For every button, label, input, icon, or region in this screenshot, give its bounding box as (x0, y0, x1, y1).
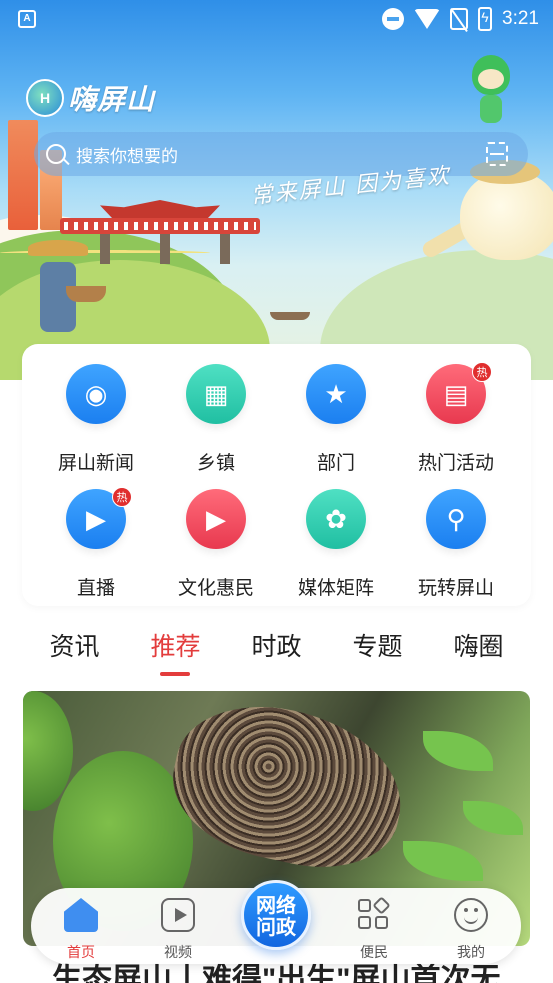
grid-item-culture[interactable]: ▶ 文化惠民 (156, 489, 276, 600)
video-icon (161, 898, 195, 932)
grid-item-hot-events[interactable]: ▤ 热 热门活动 (396, 362, 516, 475)
scan-icon[interactable] (486, 142, 508, 166)
grid-item-label: 媒体矩阵 (297, 578, 374, 599)
grid-item-label: 直播 (76, 578, 115, 599)
online-inquiry-button[interactable]: 网络 问政 (241, 880, 311, 950)
active-tab-indicator (160, 672, 191, 676)
grid-item-label: 热门活动 (417, 453, 494, 474)
search-icon (46, 144, 66, 164)
building-icon: ▦ (186, 364, 246, 424)
camera-icon: ◉ (66, 364, 126, 424)
grid-item-label: 玩转屏山 (417, 578, 494, 599)
tab-label: 推荐 (150, 633, 201, 661)
boat-illustration (270, 312, 310, 320)
grid-item-live[interactable]: ▶ 热 直播 (36, 487, 156, 600)
tab-topics[interactable]: 专题 (352, 626, 402, 676)
government-icon: ★ (306, 364, 366, 424)
status-bar: A 3:21 (0, 0, 553, 38)
leaf-decoration (403, 841, 483, 881)
app-notification-icon: A (18, 10, 36, 28)
logo-mark-icon: H (26, 79, 64, 117)
bridge-illustration (60, 200, 260, 264)
film-icon: ▶ (186, 489, 246, 549)
home-icon (64, 898, 98, 932)
leaf-decoration (423, 731, 493, 771)
grid-item-news[interactable]: ◉ 屏山新闻 (36, 364, 156, 475)
wifi-icon (414, 9, 441, 29)
app-logo: H 嗨屏山 (26, 78, 155, 118)
hot-badge: 热 (112, 487, 132, 507)
nav-label: 便民 (360, 944, 388, 960)
hot-badge: 热 (472, 362, 492, 382)
nav-convenience[interactable]: 便民 (334, 896, 414, 962)
tower-decoration (8, 120, 38, 230)
mascot-icon[interactable] (466, 55, 516, 127)
no-sim-icon (450, 8, 469, 30)
search-bar[interactable]: 搜索你想要的 (34, 132, 528, 176)
nav-label: 视频 (164, 944, 192, 960)
grid-item-towns[interactable]: ▦ 乡镇 (156, 364, 276, 475)
clover-icon: ✿ (306, 489, 366, 549)
grid-item-media-matrix[interactable]: ✿ 媒体矩阵 (276, 489, 396, 600)
nav-label: 首页 (67, 944, 95, 960)
center-label-line2: 问政 (256, 917, 296, 939)
leaf-decoration (463, 801, 523, 835)
map-pin-icon: ⚲ (426, 489, 486, 549)
gift-icon: ▤ 热 (426, 362, 492, 424)
bottom-nav: 首页 视频 网络 问政 便民 我的 (31, 880, 521, 964)
center-label-line1: 网络 (256, 895, 296, 917)
do-not-disturb-icon (382, 8, 405, 30)
search-placeholder: 搜索你想要的 (76, 146, 178, 166)
nav-label: 我的 (457, 944, 485, 960)
nav-video[interactable]: 视频 (138, 898, 218, 962)
grid-item-label: 文化惠民 (177, 578, 254, 599)
grid-item-departments[interactable]: ★ 部门 (276, 364, 396, 475)
grid-item-label: 屏山新闻 (57, 453, 134, 474)
tab-news[interactable]: 资讯 (49, 626, 99, 676)
tab-politics[interactable]: 时政 (251, 626, 301, 676)
tab-recommended[interactable]: 推荐 (150, 626, 201, 676)
tab-circle[interactable]: 嗨圈 (453, 626, 503, 676)
shortcut-grid: ◉ 屏山新闻 ▦ 乡镇 ★ 部门 ▤ 热 热门活动 ▶ 热 直播 ▶ 文化惠民 … (22, 344, 531, 606)
nav-home[interactable]: 首页 (41, 898, 121, 962)
grid-item-label: 部门 (316, 453, 355, 474)
app-name: 嗨屏山 (68, 84, 156, 115)
battery-charging-icon (478, 7, 493, 31)
grid-item-label: 乡镇 (196, 453, 235, 474)
nav-mine[interactable]: 我的 (431, 898, 511, 962)
grid-item-explore[interactable]: ⚲ 玩转屏山 (396, 489, 516, 600)
content-tabs: 资讯 推荐 时政 专题 嗨圈 (0, 626, 553, 676)
status-time: 3:21 (502, 8, 539, 29)
grid-icon (357, 896, 391, 932)
farmer-illustration (28, 240, 106, 340)
live-icon: ▶ 热 (66, 487, 132, 549)
bird-photo (159, 691, 417, 884)
smile-icon (454, 898, 488, 932)
